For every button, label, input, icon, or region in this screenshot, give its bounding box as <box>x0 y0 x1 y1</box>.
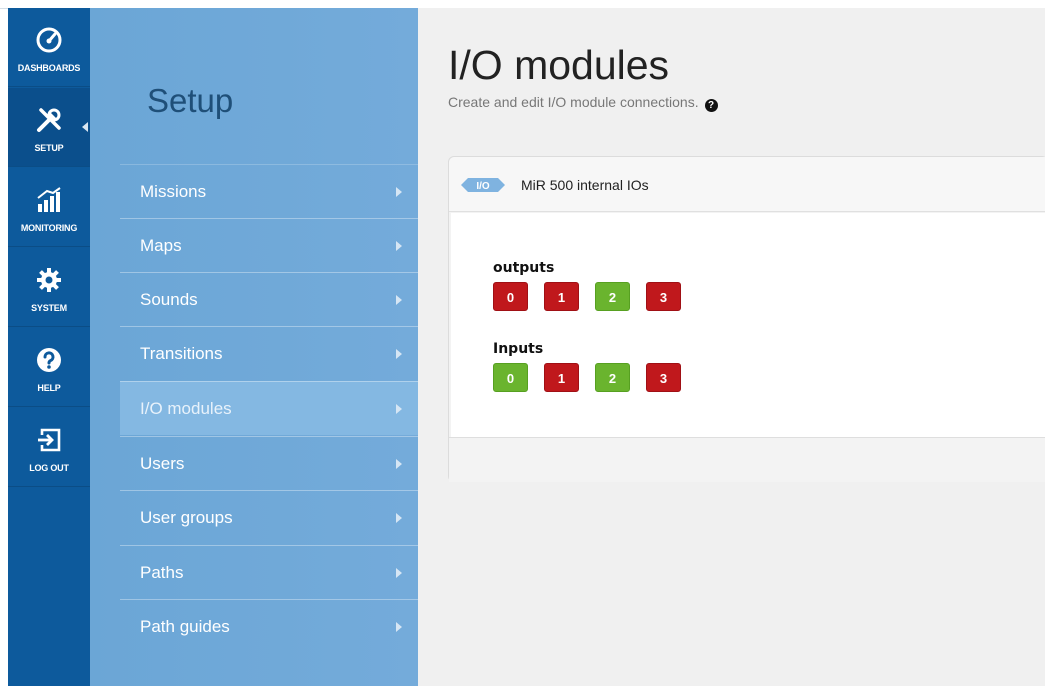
menu-item-label: Path guides <box>140 617 230 636</box>
menu-item-label: I/O modules <box>140 399 232 418</box>
menu-item-users[interactable]: Users <box>120 436 418 490</box>
menu-item-user-groups[interactable]: User groups <box>120 490 418 544</box>
menu-item-label: Users <box>140 454 185 473</box>
nav-help[interactable]: HELP <box>8 328 90 407</box>
speedometer-icon <box>36 27 62 53</box>
menu-item-label: Sounds <box>140 290 198 309</box>
inputs-1-button[interactable]: 1 <box>544 363 579 392</box>
io-badge-label: I/O <box>476 181 490 192</box>
inputs-3-button[interactable]: 3 <box>646 363 681 392</box>
chevron-right-icon <box>396 622 402 632</box>
nav-setup[interactable]: SETUP <box>8 88 90 167</box>
io-badge-icon: I/O <box>461 178 505 192</box>
outputs-3-button[interactable]: 3 <box>646 282 681 311</box>
nav-system[interactable]: SYSTEM <box>8 248 90 327</box>
chevron-right-icon <box>396 513 402 523</box>
inputs-2-button[interactable]: 2 <box>595 363 630 392</box>
chevron-right-icon <box>396 404 402 414</box>
help-icon[interactable]: ? <box>704 99 718 112</box>
chevron-right-icon <box>396 568 402 578</box>
main-content: I/O modules Create and edit I/O module c… <box>418 8 1045 686</box>
submenu-title: Setup <box>147 82 234 119</box>
chevron-right-icon <box>396 187 402 197</box>
menu-item-maps[interactable]: Maps <box>120 218 418 272</box>
chart-icon <box>37 187 61 212</box>
card-body: outputs 0123 Inputs 0123 <box>451 213 1045 437</box>
setup-submenu: Setup Missions Maps Sounds Transitions I… <box>90 8 418 686</box>
chevron-right-icon <box>396 459 402 469</box>
menu-item-transitions[interactable]: Transitions <box>120 326 418 380</box>
icon-nav: DASHBOARDS SETUP MONITORING SYSTEM HELP … <box>8 8 90 686</box>
outputs-label: outputs <box>493 260 555 276</box>
menu-item-label: User groups <box>140 508 233 527</box>
nav-label: LOG OUT <box>29 463 69 473</box>
question-icon <box>37 348 61 372</box>
gear-icon <box>37 268 61 292</box>
card-title: MiR 500 internal IOs <box>521 177 649 193</box>
logout-icon <box>38 428 61 452</box>
active-caret-icon <box>82 122 88 132</box>
outputs-1-button[interactable]: 1 <box>544 282 579 311</box>
card-header[interactable]: I/O MiR 500 internal IOs <box>449 157 1045 212</box>
nav-label: DASHBOARDS <box>17 63 81 73</box>
nav-logout[interactable]: LOG OUT <box>8 408 90 487</box>
menu-item-io-modules[interactable]: I/O modules <box>120 381 418 435</box>
inputs-label: Inputs <box>493 341 544 357</box>
chevron-right-icon <box>396 349 402 359</box>
menu-item-label: Missions <box>140 182 207 201</box>
page-subtitle: Create and edit I/O module connections.? <box>448 94 718 112</box>
inputs-0-button[interactable]: 0 <box>493 363 528 392</box>
nav-label: SYSTEM <box>31 303 67 313</box>
page-title: I/O modules <box>448 42 670 88</box>
card-footer <box>449 437 1045 482</box>
nav-label: SETUP <box>34 143 64 153</box>
nav-label: HELP <box>37 383 61 393</box>
tools-icon <box>37 108 61 132</box>
nav-dashboards[interactable]: DASHBOARDS <box>8 8 90 87</box>
page-subtitle-text: Create and edit I/O module connections. <box>448 94 699 110</box>
chevron-right-icon <box>396 295 402 305</box>
menu-item-paths[interactable]: Paths <box>120 545 418 599</box>
menu-item-path-guides[interactable]: Path guides <box>120 599 418 653</box>
io-module-card: I/O MiR 500 internal IOs outputs 0123 In… <box>448 156 1045 482</box>
menu-item-label: Paths <box>140 563 184 582</box>
outputs-2-button[interactable]: 2 <box>595 282 630 311</box>
menu-item-missions[interactable]: Missions <box>120 164 418 218</box>
outputs-0-button[interactable]: 0 <box>493 282 528 311</box>
menu-item-label: Transitions <box>140 344 223 363</box>
menu-item-label: Maps <box>140 236 182 255</box>
chevron-right-icon <box>396 241 402 251</box>
nav-label: MONITORING <box>20 223 78 233</box>
menu-item-sounds[interactable]: Sounds <box>120 272 418 326</box>
nav-monitoring[interactable]: MONITORING <box>8 168 90 247</box>
